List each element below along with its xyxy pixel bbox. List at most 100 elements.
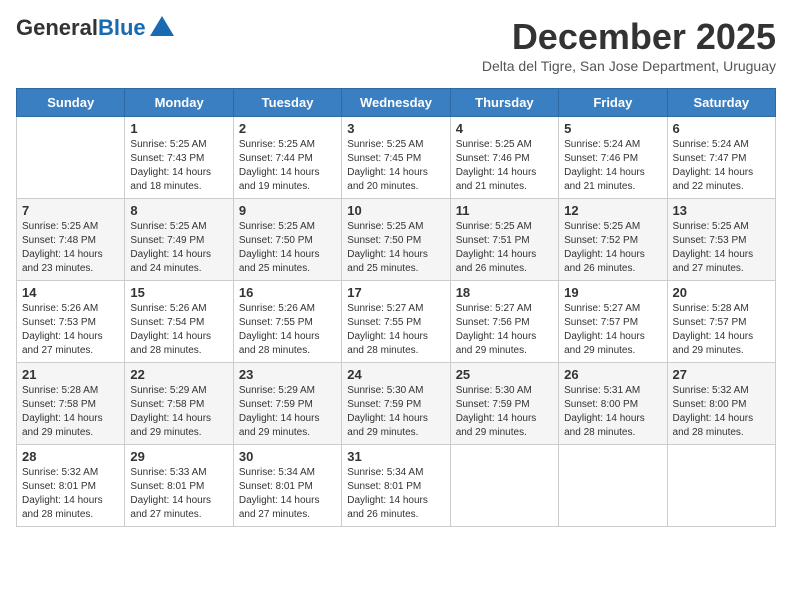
day-info: Sunrise: 5:32 AM Sunset: 8:00 PM Dayligh… <box>673 384 770 440</box>
week-row-2: 7Sunrise: 5:25 AM Sunset: 7:48 PM Daylig… <box>17 199 776 281</box>
day-info: Sunrise: 5:25 AM Sunset: 7:50 PM Dayligh… <box>239 220 336 276</box>
week-row-1: 1Sunrise: 5:25 AM Sunset: 7:43 PM Daylig… <box>17 117 776 199</box>
day-info: Sunrise: 5:34 AM Sunset: 8:01 PM Dayligh… <box>347 466 444 522</box>
day-cell: 31 Sunrise: 5:34 AM Sunset: 8:01 PM Dayli… <box>342 445 450 527</box>
day-info: Sunrise: 5:26 AM Sunset: 7:53 PM Dayligh… <box>22 302 119 358</box>
day-info: Sunrise: 5:30 AM Sunset: 7:59 PM Dayligh… <box>456 384 553 440</box>
day-cell: 14Sunrise: 5:26 AM Sunset: 7:53 PM Dayli… <box>17 281 125 363</box>
header-row: SundayMondayTuesdayWednesdayThursdayFrid… <box>17 89 776 117</box>
day-info: Sunrise: 5:33 AM Sunset: 8:01 PM Dayligh… <box>130 466 227 522</box>
day-cell <box>17 117 125 199</box>
day-info: Sunrise: 5:34 AM Sunset: 8:01 PM Dayligh… <box>239 466 336 522</box>
day-number: 29 <box>130 449 227 464</box>
logo-text: GeneralBlue <box>16 17 146 39</box>
day-info: Sunrise: 5:29 AM Sunset: 7:59 PM Dayligh… <box>239 384 336 440</box>
calendar-body: 1Sunrise: 5:25 AM Sunset: 7:43 PM Daylig… <box>17 117 776 527</box>
day-info: Sunrise: 5:25 AM Sunset: 7:49 PM Dayligh… <box>130 220 227 276</box>
day-number: 22 <box>130 367 227 382</box>
day-number: 31 <box>347 449 444 464</box>
day-number: 25 <box>456 367 553 382</box>
calendar-header: SundayMondayTuesdayWednesdayThursdayFrid… <box>17 89 776 117</box>
day-number: 4 <box>456 121 553 136</box>
day-number: 20 <box>673 285 770 300</box>
day-number: 6 <box>673 121 770 136</box>
day-number: 8 <box>130 203 227 218</box>
day-info: Sunrise: 5:27 AM Sunset: 7:57 PM Dayligh… <box>564 302 661 358</box>
day-number: 15 <box>130 285 227 300</box>
day-cell: 22 Sunrise: 5:29 AM Sunset: 7:58 PM Dayli… <box>125 363 233 445</box>
day-info: Sunrise: 5:25 AM Sunset: 7:52 PM Dayligh… <box>564 220 661 276</box>
day-cell: 15 Sunrise: 5:26 AM Sunset: 7:54 PM Dayli… <box>125 281 233 363</box>
day-number: 23 <box>239 367 336 382</box>
day-cell: 28 Sunrise: 5:32 AM Sunset: 8:01 PM Dayli… <box>17 445 125 527</box>
day-number: 17 <box>347 285 444 300</box>
day-cell: 20 Sunrise: 5:28 AM Sunset: 7:57 PM Dayli… <box>667 281 775 363</box>
day-cell: 3 Sunrise: 5:25 AM Sunset: 7:45 PM Daylig… <box>342 117 450 199</box>
day-number: 18 <box>456 285 553 300</box>
day-info: Sunrise: 5:25 AM Sunset: 7:43 PM Dayligh… <box>130 138 227 194</box>
day-cell: 23 Sunrise: 5:29 AM Sunset: 7:59 PM Dayli… <box>233 363 341 445</box>
header-day-wednesday: Wednesday <box>342 89 450 117</box>
day-cell: 18Sunrise: 5:27 AM Sunset: 7:56 PM Dayli… <box>450 281 558 363</box>
day-cell: 13Sunrise: 5:25 AM Sunset: 7:53 PM Dayli… <box>667 199 775 281</box>
title-block: December 2025 Delta del Tigre, San Jose … <box>482 16 776 84</box>
day-cell: 17Sunrise: 5:27 AM Sunset: 7:55 PM Dayli… <box>342 281 450 363</box>
day-cell: 26Sunrise: 5:31 AM Sunset: 8:00 PM Dayli… <box>559 363 667 445</box>
day-number: 11 <box>456 203 553 218</box>
day-cell: 24 Sunrise: 5:30 AM Sunset: 7:59 PM Dayli… <box>342 363 450 445</box>
day-number: 21 <box>22 367 119 382</box>
day-number: 2 <box>239 121 336 136</box>
calendar-table: SundayMondayTuesdayWednesdayThursdayFrid… <box>16 88 776 527</box>
day-cell: 4 Sunrise: 5:25 AM Sunset: 7:46 PM Daylig… <box>450 117 558 199</box>
day-number: 9 <box>239 203 336 218</box>
day-cell: 6 Sunrise: 5:24 AM Sunset: 7:47 PM Daylig… <box>667 117 775 199</box>
week-row-3: 14Sunrise: 5:26 AM Sunset: 7:53 PM Dayli… <box>17 281 776 363</box>
page-header: GeneralBlue December 2025 Delta del Tigr… <box>16 16 776 84</box>
day-number: 28 <box>22 449 119 464</box>
day-info: Sunrise: 5:28 AM Sunset: 7:58 PM Dayligh… <box>22 384 119 440</box>
header-day-sunday: Sunday <box>17 89 125 117</box>
day-info: Sunrise: 5:25 AM Sunset: 7:46 PM Dayligh… <box>456 138 553 194</box>
day-cell: 21 Sunrise: 5:28 AM Sunset: 7:58 PM Dayli… <box>17 363 125 445</box>
month-title: December 2025 <box>482 16 776 58</box>
day-number: 5 <box>564 121 661 136</box>
day-info: Sunrise: 5:26 AM Sunset: 7:54 PM Dayligh… <box>130 302 227 358</box>
day-info: Sunrise: 5:25 AM Sunset: 7:45 PM Dayligh… <box>347 138 444 194</box>
day-cell: 19Sunrise: 5:27 AM Sunset: 7:57 PM Dayli… <box>559 281 667 363</box>
day-cell: 29 Sunrise: 5:33 AM Sunset: 8:01 PM Dayli… <box>125 445 233 527</box>
day-info: Sunrise: 5:31 AM Sunset: 8:00 PM Dayligh… <box>564 384 661 440</box>
day-cell: 2 Sunrise: 5:25 AM Sunset: 7:44 PM Daylig… <box>233 117 341 199</box>
day-info: Sunrise: 5:25 AM Sunset: 7:53 PM Dayligh… <box>673 220 770 276</box>
header-day-saturday: Saturday <box>667 89 775 117</box>
day-number: 3 <box>347 121 444 136</box>
day-cell: 9 Sunrise: 5:25 AM Sunset: 7:50 PM Daylig… <box>233 199 341 281</box>
header-day-friday: Friday <box>559 89 667 117</box>
day-number: 24 <box>347 367 444 382</box>
day-cell <box>450 445 558 527</box>
day-info: Sunrise: 5:32 AM Sunset: 8:01 PM Dayligh… <box>22 466 119 522</box>
header-day-tuesday: Tuesday <box>233 89 341 117</box>
day-info: Sunrise: 5:25 AM Sunset: 7:51 PM Dayligh… <box>456 220 553 276</box>
day-info: Sunrise: 5:30 AM Sunset: 7:59 PM Dayligh… <box>347 384 444 440</box>
day-cell <box>667 445 775 527</box>
day-number: 27 <box>673 367 770 382</box>
day-cell: 11 Sunrise: 5:25 AM Sunset: 7:51 PM Dayli… <box>450 199 558 281</box>
logo-icon <box>148 12 176 40</box>
day-cell <box>559 445 667 527</box>
header-day-thursday: Thursday <box>450 89 558 117</box>
day-info: Sunrise: 5:24 AM Sunset: 7:47 PM Dayligh… <box>673 138 770 194</box>
day-cell: 5 Sunrise: 5:24 AM Sunset: 7:46 PM Daylig… <box>559 117 667 199</box>
subtitle: Delta del Tigre, San Jose Department, Ur… <box>482 58 776 74</box>
day-info: Sunrise: 5:25 AM Sunset: 7:50 PM Dayligh… <box>347 220 444 276</box>
day-info: Sunrise: 5:28 AM Sunset: 7:57 PM Dayligh… <box>673 302 770 358</box>
day-cell: 30Sunrise: 5:34 AM Sunset: 8:01 PM Dayli… <box>233 445 341 527</box>
day-cell: 10 Sunrise: 5:25 AM Sunset: 7:50 PM Dayli… <box>342 199 450 281</box>
day-info: Sunrise: 5:25 AM Sunset: 7:44 PM Dayligh… <box>239 138 336 194</box>
week-row-4: 21 Sunrise: 5:28 AM Sunset: 7:58 PM Dayli… <box>17 363 776 445</box>
day-cell: 8 Sunrise: 5:25 AM Sunset: 7:49 PM Daylig… <box>125 199 233 281</box>
day-number: 10 <box>347 203 444 218</box>
day-info: Sunrise: 5:29 AM Sunset: 7:58 PM Dayligh… <box>130 384 227 440</box>
day-info: Sunrise: 5:24 AM Sunset: 7:46 PM Dayligh… <box>564 138 661 194</box>
day-number: 7 <box>22 203 119 218</box>
day-cell: 7Sunrise: 5:25 AM Sunset: 7:48 PM Daylig… <box>17 199 125 281</box>
